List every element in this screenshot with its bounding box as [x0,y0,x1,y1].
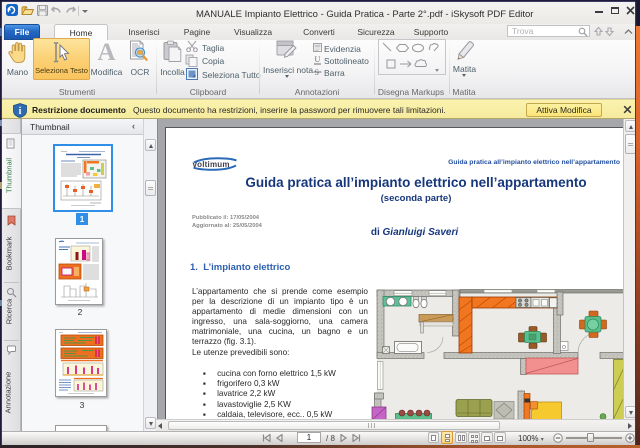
svg-text:voltimum: voltimum [193,160,230,169]
svg-text:U: U [315,55,321,64]
svg-text:i: i [19,106,22,117]
